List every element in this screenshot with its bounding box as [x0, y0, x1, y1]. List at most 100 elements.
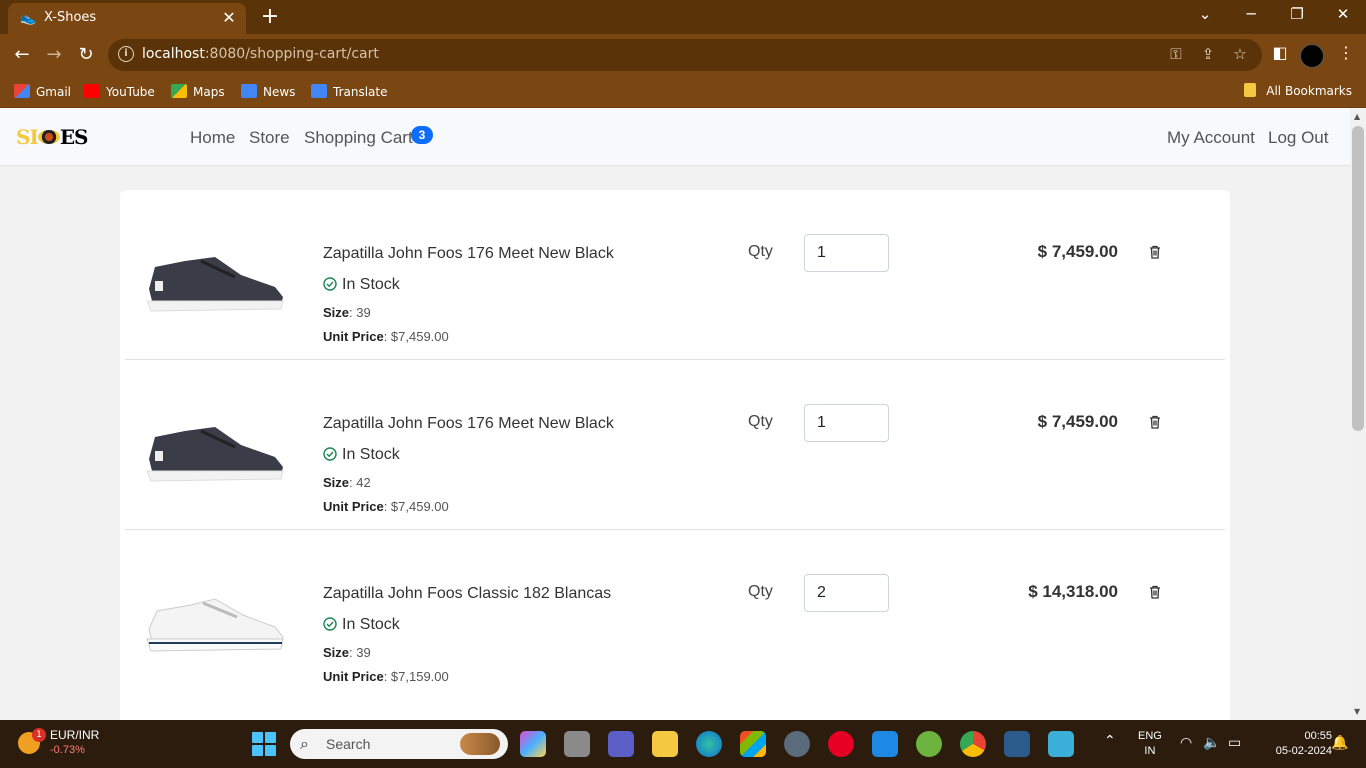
gmail-icon: [14, 84, 30, 98]
item-size: Size: 39: [323, 645, 371, 660]
search-highlight-image: [460, 733, 500, 755]
spring-tools-icon[interactable]: [916, 731, 942, 757]
bookmark-youtube[interactable]: YouTube: [84, 83, 155, 101]
chrome-icon[interactable]: [960, 731, 986, 757]
window-close-icon[interactable]: ✕: [1328, 5, 1358, 23]
language-indicator[interactable]: ENG IN: [1138, 729, 1162, 759]
address-bar[interactable]: i localhost:8080/shopping-cart/cart ⚿ ⇪ …: [108, 39, 1262, 71]
tab-title: X-Shoes: [44, 10, 97, 25]
nav-log-out[interactable]: Log Out: [1268, 128, 1329, 148]
search-icon: ⌕: [300, 734, 309, 753]
task-view-icon[interactable]: [564, 731, 590, 757]
key-icon[interactable]: ⚿: [1166, 45, 1186, 63]
item-total: $ 7,459.00: [1037, 412, 1118, 431]
copilot-icon[interactable]: [520, 731, 546, 757]
stock-status: In Stock: [323, 276, 400, 294]
clock[interactable]: 00:55 05-02-2024: [1252, 729, 1332, 759]
translate-icon: [311, 84, 327, 98]
quantity-input[interactable]: [804, 574, 889, 612]
reload-icon[interactable]: ↻: [74, 43, 98, 67]
shoe-favicon-icon: 👟: [20, 11, 37, 26]
cart-count-badge: 3: [411, 126, 433, 144]
cart-item: Zapatilla John Foos 176 Meet New Black I…: [125, 360, 1225, 530]
side-panel-icon[interactable]: ◧: [1268, 43, 1292, 62]
nav-shopping-cart[interactable]: Shopping Cart: [304, 128, 413, 148]
browser-tab[interactable]: 👟 X-Shoes ✕: [8, 3, 246, 34]
notepad-icon[interactable]: [1048, 731, 1074, 757]
ticker-change: -0.73%: [50, 744, 85, 756]
news-icon: [241, 84, 257, 98]
nav-store[interactable]: Store: [249, 128, 290, 148]
bookmark-translate[interactable]: Translate: [311, 83, 388, 101]
qty-label: Qty: [748, 243, 773, 260]
item-size: Size: 39: [323, 305, 371, 320]
share-icon[interactable]: ⇪: [1198, 45, 1218, 63]
item-unit-price: Unit Price: $7,459.00: [323, 499, 449, 514]
shoe-image: [146, 598, 284, 652]
item-name[interactable]: Zapatilla John Foos 176 Meet New Black: [323, 415, 614, 433]
scroll-down-icon[interactable]: ▼: [1354, 707, 1360, 716]
site-logo[interactable]: SI ES: [16, 127, 164, 147]
nav-my-account[interactable]: My Account: [1167, 128, 1255, 148]
settings-gear-icon[interactable]: [784, 731, 810, 757]
minimize-icon[interactable]: ─: [1236, 5, 1266, 23]
windows-start-icon[interactable]: [252, 732, 276, 756]
restore-icon[interactable]: ❐: [1282, 5, 1312, 23]
cart-item: Zapatilla John Foos Classic 182 Blancas …: [125, 530, 1225, 700]
battery-icon[interactable]: ▭: [1228, 735, 1241, 751]
teams-icon[interactable]: [608, 731, 634, 757]
store-icon[interactable]: [740, 731, 766, 757]
edge-icon[interactable]: [696, 731, 722, 757]
notification-bell-icon[interactable]: 🔔: [1331, 735, 1348, 751]
pinterest-icon[interactable]: [828, 731, 854, 757]
page-viewport: SI ES Home Store Shopping Cart 3 My Accou…: [0, 108, 1350, 720]
trash-icon[interactable]: [1147, 414, 1163, 430]
tray-overflow-icon[interactable]: ⌃: [1104, 733, 1116, 749]
quantity-input[interactable]: [804, 234, 889, 272]
bookmark-news[interactable]: News: [241, 83, 295, 101]
item-name[interactable]: Zapatilla John Foos Classic 182 Blancas: [323, 585, 611, 603]
page-scrollbar[interactable]: ▲ ▼: [1350, 108, 1366, 720]
url-text: localhost:8080/shopping-cart/cart: [142, 46, 379, 62]
profile-avatar[interactable]: [1300, 44, 1324, 68]
check-circle-icon: [323, 277, 337, 291]
check-circle-icon: [323, 617, 337, 631]
shoe-image: [146, 427, 284, 482]
bookmark-star-icon[interactable]: ☆: [1230, 45, 1250, 63]
vscode-icon[interactable]: [872, 731, 898, 757]
maps-icon: [171, 84, 187, 98]
taskbar-search[interactable]: ⌕ Search: [290, 729, 508, 759]
youtube-icon: [84, 84, 100, 98]
scroll-up-icon[interactable]: ▲: [1354, 112, 1360, 121]
stock-status: In Stock: [323, 616, 400, 634]
stock-status: In Stock: [323, 446, 400, 464]
item-name[interactable]: Zapatilla John Foos 176 Meet New Black: [323, 245, 614, 263]
nav-home[interactable]: Home: [190, 128, 235, 148]
bookmark-maps[interactable]: Maps: [171, 83, 225, 101]
search-placeholder: Search: [326, 736, 371, 752]
trash-icon[interactable]: [1147, 584, 1163, 600]
bookmark-gmail[interactable]: Gmail: [14, 83, 71, 101]
shoe-image: [146, 257, 284, 312]
scroll-thumb[interactable]: [1352, 126, 1364, 431]
menu-kebab-icon[interactable]: ⋮: [1334, 43, 1358, 62]
file-explorer-icon[interactable]: [652, 731, 678, 757]
mysql-workbench-icon[interactable]: [1004, 731, 1030, 757]
folder-icon: [1244, 83, 1257, 97]
all-bookmarks[interactable]: All Bookmarks: [1244, 83, 1352, 98]
close-tab-icon[interactable]: ✕: [220, 8, 238, 27]
trash-icon[interactable]: [1147, 244, 1163, 260]
forward-icon[interactable]: →: [42, 43, 66, 67]
new-tab-button[interactable]: +: [258, 4, 282, 29]
browser-toolbar: ← → ↻ i localhost:8080/shopping-cart/car…: [0, 34, 1366, 76]
back-icon[interactable]: ←: [10, 43, 34, 67]
item-unit-price: Unit Price: $7,159.00: [323, 669, 449, 684]
cart-card: Zapatilla John Foos 176 Meet New Black I…: [120, 190, 1230, 720]
volume-icon[interactable]: 🔈: [1203, 735, 1220, 751]
tab-search-icon[interactable]: ⌄: [1190, 5, 1220, 23]
wifi-icon[interactable]: ◠: [1180, 735, 1192, 751]
site-info-icon[interactable]: i: [118, 46, 134, 62]
site-navbar: SI ES Home Store Shopping Cart 3 My Accou…: [0, 108, 1350, 166]
cart-item: Zapatilla John Foos 176 Meet New Black I…: [125, 190, 1225, 360]
quantity-input[interactable]: [804, 404, 889, 442]
